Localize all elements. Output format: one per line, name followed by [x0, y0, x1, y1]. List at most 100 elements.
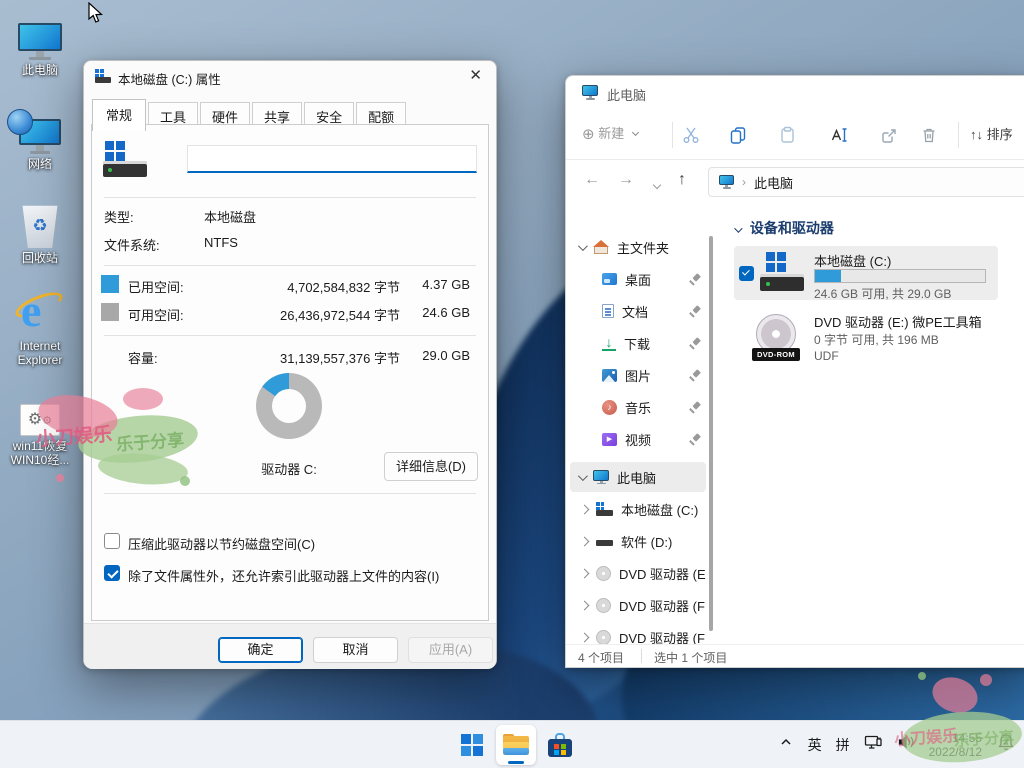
file-explorer-taskbar-button[interactable] — [496, 725, 536, 765]
toolbar-divider — [672, 122, 673, 148]
drive-c-name: 本地磁盘 (C:) — [814, 251, 891, 270]
sidebar-item-pictures[interactable]: 图片 — [570, 360, 706, 390]
rename-icon[interactable] — [828, 124, 850, 146]
paste-icon[interactable] — [776, 124, 798, 146]
chevron-right-icon — [580, 536, 590, 546]
explorer-statusbar: 4 个项目 选中 1 个项目 — [566, 644, 1024, 667]
free-space-size: 24.6 GB — [410, 305, 470, 320]
capacity-bytes: 31,139,557,376 字节 — [244, 348, 400, 367]
sidebar-item-documents[interactable]: 文档 — [570, 296, 706, 326]
chevron-down-icon — [734, 224, 742, 232]
desktop-icon-internet-explorer[interactable]: e Internet Explorer — [2, 288, 78, 367]
sidebar-item-label: DVD 驱动器 (F — [619, 596, 705, 615]
desktop-icon-label: win11恢复WIN10经... — [2, 439, 78, 467]
internet-explorer-icon: e — [16, 290, 64, 336]
tray-time: 14:55 — [929, 731, 982, 745]
tray-date: 2022/8/12 — [929, 745, 982, 759]
desktop-folder-icon — [602, 273, 617, 285]
free-space-swatch — [101, 303, 119, 321]
microsoft-store-button[interactable] — [540, 725, 580, 765]
chevron-right-icon — [580, 600, 590, 610]
disc-icon — [596, 566, 611, 581]
network-icon[interactable] — [864, 733, 883, 756]
ime-language-indicator[interactable]: 英 — [808, 735, 822, 755]
pin-icon — [689, 370, 700, 381]
free-space-label: 可用空间: — [128, 305, 184, 324]
dvd-e-item[interactable]: DVD-ROM DVD 驱动器 (E:) 微PE工具箱 0 字节 可用, 共 1… — [734, 310, 998, 372]
share-icon[interactable] — [878, 124, 900, 146]
forward-icon[interactable]: → — [618, 171, 634, 189]
pin-icon — [689, 402, 700, 413]
volume-name-input[interactable] — [187, 145, 477, 173]
desktop-icon-win11-restore[interactable]: ⚙⚙ win11恢复WIN10经... — [2, 388, 78, 467]
dialog-titlebar[interactable]: 本地磁盘 (C:) 属性 ✕ — [84, 61, 496, 93]
sidebar-item-downloads[interactable]: ↓ 下载 — [570, 328, 706, 358]
history-chevron-icon[interactable] — [654, 175, 660, 193]
compress-checkbox[interactable] — [104, 533, 120, 549]
sidebar-item-drive-c[interactable]: 本地磁盘 (C:) — [570, 494, 706, 524]
desktop-icon-this-pc[interactable]: 此电脑 — [2, 12, 78, 77]
sidebar-item-desktop[interactable]: 桌面 — [570, 264, 706, 294]
folder-icon — [503, 734, 529, 755]
sidebar-item-this-pc[interactable]: 此电脑 — [570, 462, 706, 492]
copy-icon[interactable] — [727, 124, 749, 146]
sort-button[interactable]: ↑↓ 排序 — [970, 124, 1013, 143]
section-devices-drives[interactable]: 设备和驱动器 — [734, 218, 834, 238]
type-value: 本地磁盘 — [204, 207, 256, 226]
sidebar-item-music[interactable]: ♪ 音乐 — [570, 392, 706, 422]
ime-mode-indicator[interactable]: 拼 — [836, 735, 850, 755]
explorer-sidebar: 主文件夹 桌面 文档 ↓ 下载 图片 — [566, 204, 714, 644]
new-button[interactable]: ⊕ 新建 — [582, 123, 638, 143]
sidebar-item-dvd-f[interactable]: DVD 驱动器 (F — [570, 590, 706, 620]
index-checkbox[interactable] — [104, 565, 120, 581]
sidebar-item-label: 图片 — [625, 366, 651, 385]
pin-icon — [689, 274, 700, 285]
clock[interactable]: 14:55 2022/8/12 — [929, 731, 982, 759]
sidebar-item-label: DVD 驱动器 (E — [619, 564, 706, 583]
desktop-icon-recycle-bin[interactable]: ♻ 回收站 — [2, 200, 78, 265]
sidebar-item-dvd-e[interactable]: DVD 驱动器 (E — [570, 558, 706, 588]
address-bar[interactable]: › 此电脑 — [708, 167, 1024, 197]
sidebar-item-home[interactable]: 主文件夹 — [570, 232, 706, 262]
start-button[interactable] — [452, 725, 492, 765]
sidebar-item-dvd-f2[interactable]: DVD 驱动器 (F:) — [570, 622, 706, 644]
sidebar-item-label: 文档 — [622, 302, 648, 321]
ok-button[interactable]: 确定 — [218, 637, 303, 663]
sidebar-scrollbar[interactable] — [709, 236, 713, 631]
delete-icon[interactable] — [918, 124, 940, 146]
status-divider — [641, 649, 642, 663]
close-icon[interactable]: ✕ — [469, 66, 482, 84]
drive-c-item[interactable]: 本地磁盘 (C:) 24.6 GB 可用, 共 29.0 GB — [734, 246, 998, 300]
desktop-icon-label: 网络 — [2, 157, 78, 171]
tray-chevron-up-icon[interactable] — [778, 734, 794, 755]
item-checkbox[interactable] — [739, 266, 754, 281]
home-icon — [593, 240, 609, 254]
chevron-right-icon — [580, 568, 590, 578]
tab-general[interactable]: 常规 — [92, 99, 146, 131]
sidebar-item-videos[interactable]: ▶ 视频 — [570, 424, 706, 454]
download-icon: ↓ — [602, 336, 616, 351]
drive-c-info: 24.6 GB 可用, 共 29.0 GB — [814, 285, 951, 302]
new-button-label: 新建 — [598, 126, 624, 141]
sidebar-item-label: 桌面 — [625, 270, 651, 289]
desktop-icon-network[interactable]: 网络 — [2, 106, 78, 171]
sort-icon: ↑↓ — [970, 127, 983, 142]
cancel-button[interactable]: 取消 — [313, 637, 398, 663]
drive-icon — [95, 69, 111, 83]
breadcrumb[interactable]: 此电脑 — [754, 173, 793, 192]
filesystem-value: NTFS — [204, 235, 238, 250]
chevron-down-icon — [578, 241, 588, 251]
chevron-right-icon — [580, 632, 590, 642]
cut-icon[interactable] — [680, 124, 702, 146]
notification-bell-icon[interactable] — [996, 732, 1016, 757]
details-button[interactable]: 详细信息(D) — [384, 452, 478, 481]
explorer-titlebar[interactable]: 此电脑 — [566, 76, 1024, 110]
chevron-down-icon — [578, 471, 588, 481]
mouse-cursor — [88, 2, 106, 31]
drive-icon — [596, 502, 613, 516]
up-icon[interactable]: ↑ — [678, 171, 686, 189]
sidebar-item-drive-d[interactable]: 软件 (D:) — [570, 526, 706, 556]
back-icon[interactable]: ← — [584, 171, 600, 189]
sidebar-item-label: 软件 (D:) — [621, 532, 672, 551]
volume-icon[interactable] — [897, 733, 915, 756]
